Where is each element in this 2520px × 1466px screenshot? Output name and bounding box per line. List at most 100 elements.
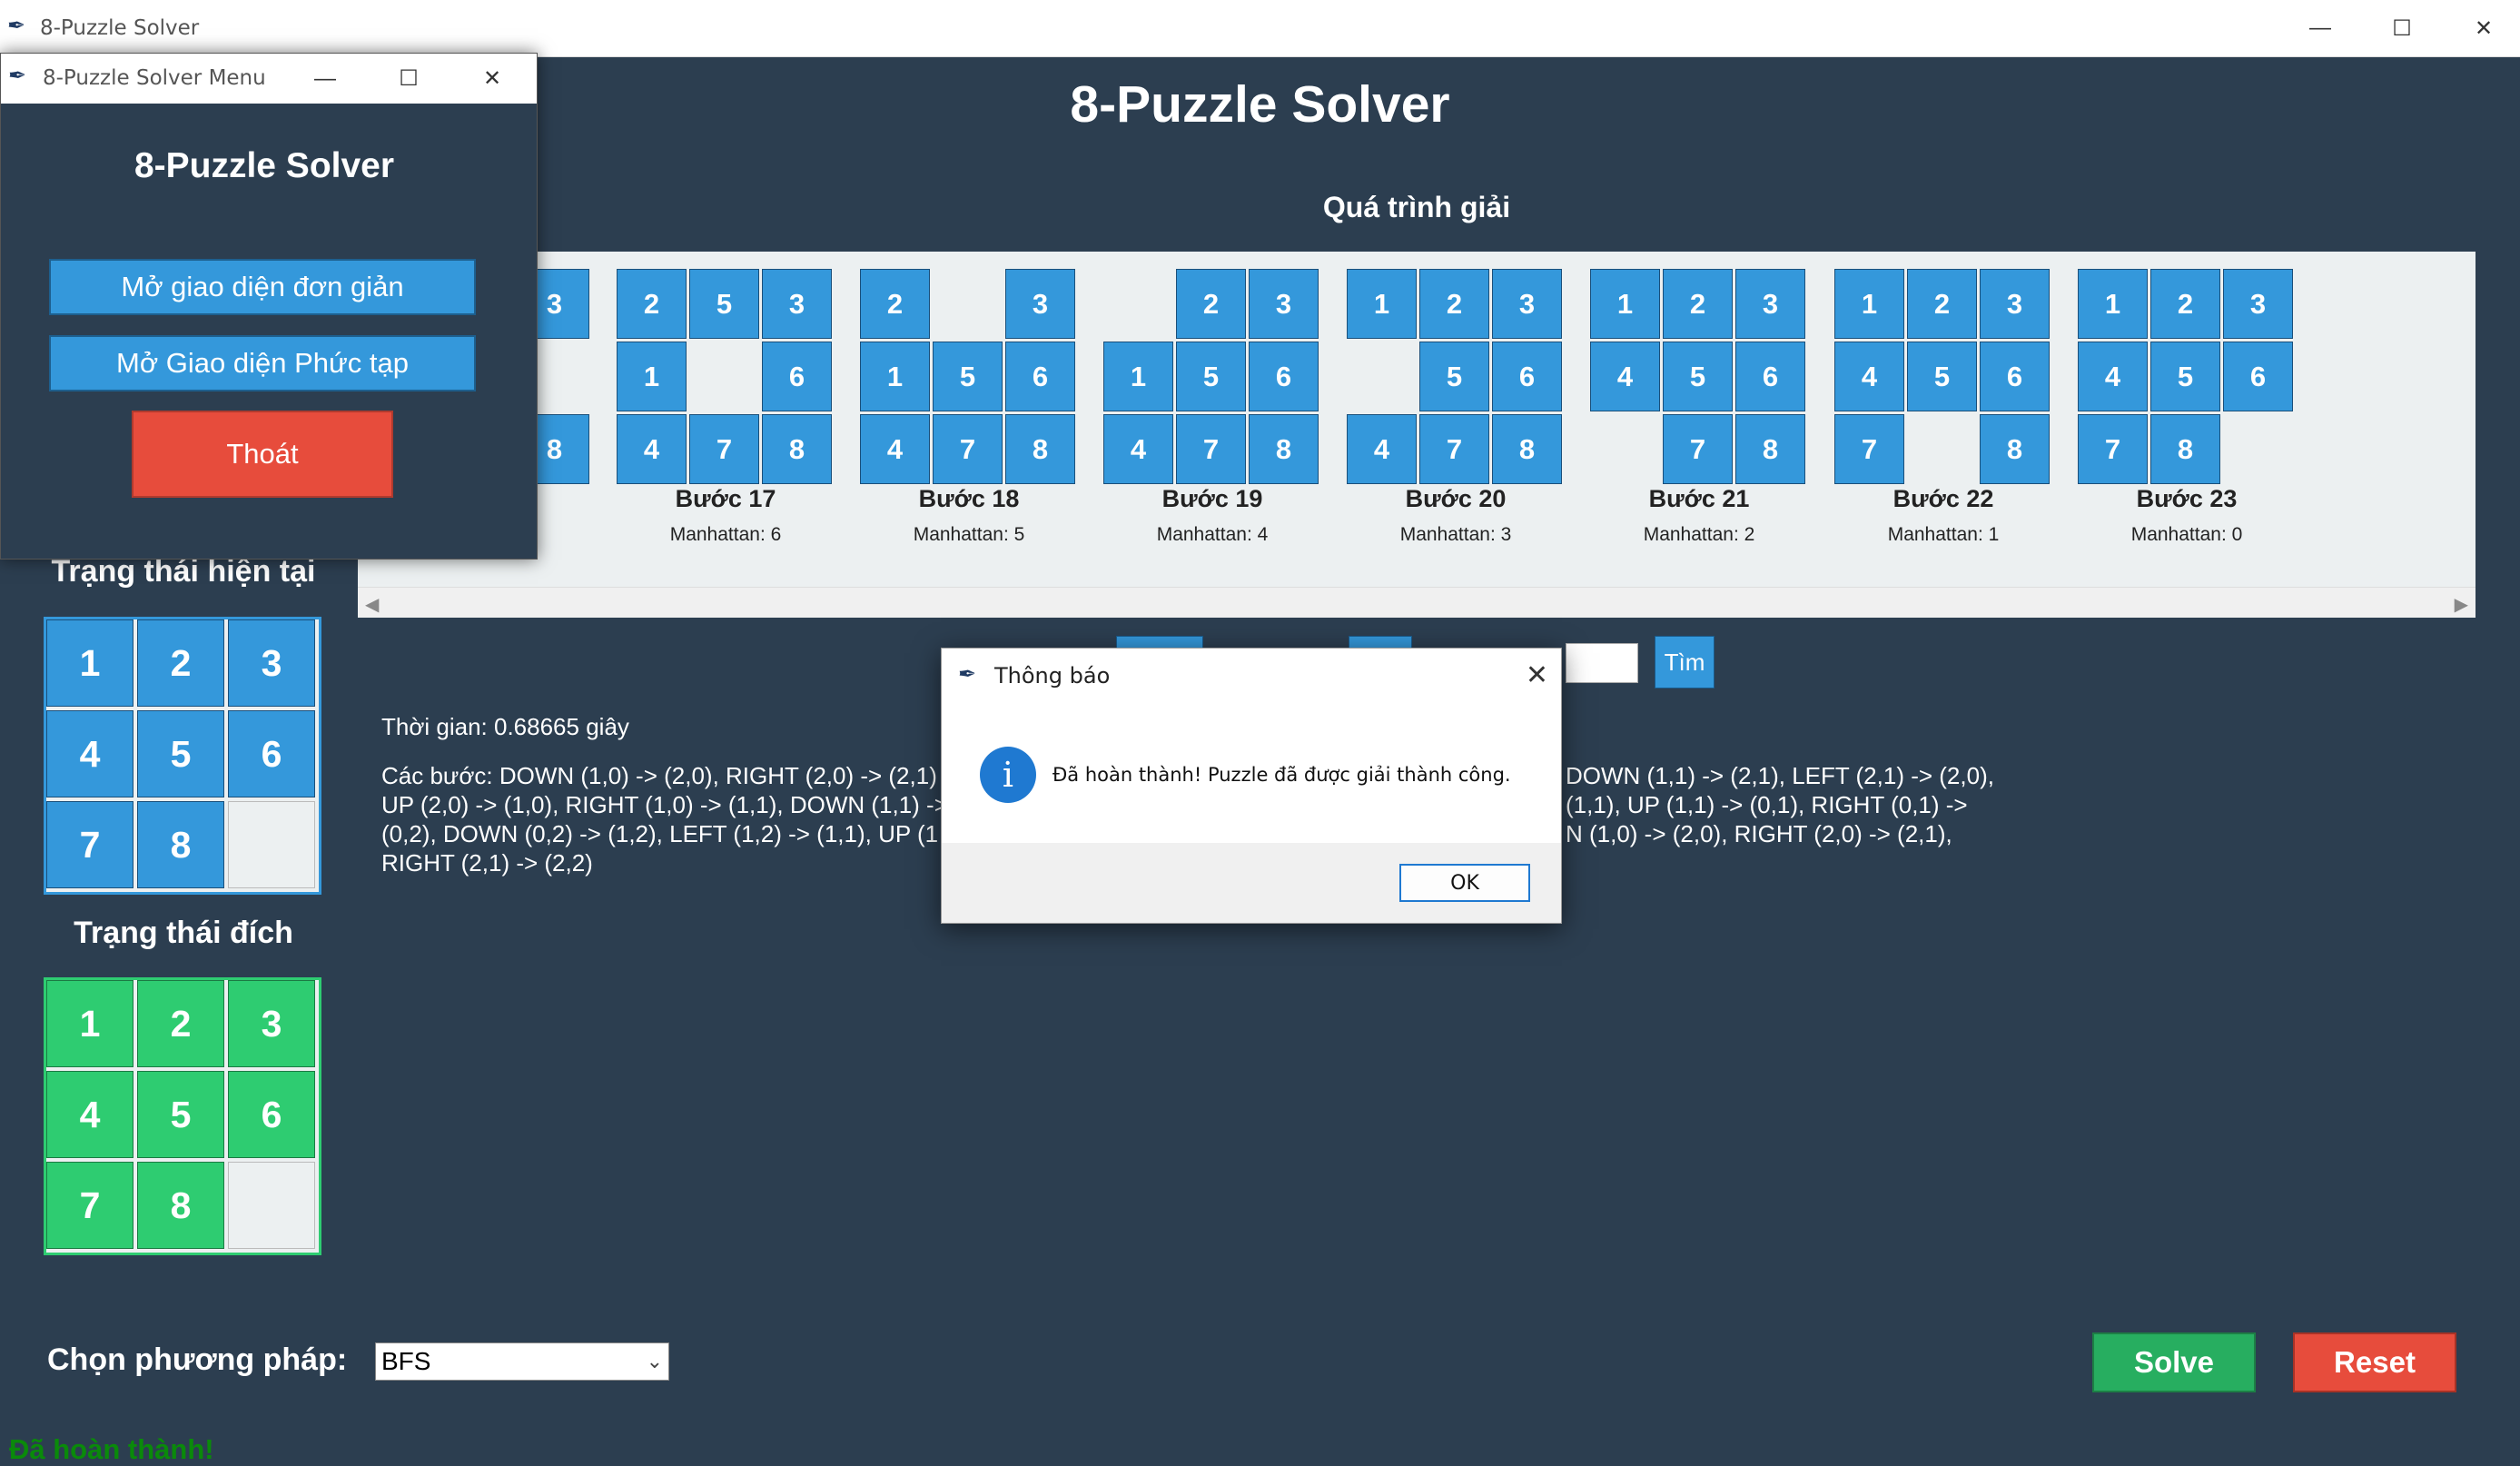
- step-tile: 6: [1005, 342, 1075, 411]
- board-tile: 5: [137, 1071, 224, 1158]
- step-tile: 4: [860, 414, 930, 484]
- step-tile: 2: [1907, 269, 1977, 339]
- step-tile: 3: [1249, 269, 1319, 339]
- step-manhattan: Manhattan: 6: [669, 524, 782, 545]
- menu-heading: 8-Puzzle Solver: [133, 146, 395, 185]
- step-name: Bước 20: [1405, 485, 1507, 512]
- step-name: Bước 23: [2136, 485, 2238, 512]
- step-manhattan: Manhattan: 3: [1399, 524, 1512, 545]
- board-tile: 4: [46, 710, 133, 797]
- notification-dialog: ✒ Thông báo ✕ i Đã hoàn thành! Puzzle đã…: [941, 648, 1562, 924]
- chevron-down-icon[interactable]: ⌄: [647, 1343, 663, 1380]
- step-tile: 6: [1492, 342, 1562, 411]
- board-tile: 7: [46, 801, 133, 888]
- step-tile: 5: [2150, 342, 2220, 411]
- search-input[interactable]: [1566, 643, 1638, 683]
- dialog-title: Thông báo: [994, 663, 1111, 688]
- step-tile: 1: [1834, 269, 1904, 339]
- step-tile: 2: [860, 269, 930, 339]
- step-grid: 253 1 6 478: [617, 269, 835, 487]
- dialog-message: Đã hoàn thành! Puzzle đã được giải thành…: [1052, 764, 1511, 786]
- step-tile: 1: [617, 342, 687, 411]
- exit-button[interactable]: Thoát: [132, 411, 393, 498]
- close-button[interactable]: ✕: [2443, 0, 2520, 56]
- step-tile: 1: [1103, 342, 1173, 411]
- dialog-feather-icon: ✒: [958, 662, 977, 687]
- step-tile: 3: [1980, 269, 2050, 339]
- step-tile: 6: [1980, 342, 2050, 411]
- step-name: Bước 21: [1648, 485, 1750, 512]
- board-tile: 6: [228, 710, 315, 797]
- step-tile: 8: [1492, 414, 1562, 484]
- step-tile: 7: [1176, 414, 1246, 484]
- menu-maximize-button[interactable]: ☐: [368, 54, 450, 104]
- step-tile: 3: [1735, 269, 1805, 339]
- status-text: Đã hoàn thành!: [9, 1433, 214, 1465]
- info-icon: i: [980, 747, 1036, 803]
- board-tile: 1: [46, 619, 133, 707]
- steps-text-line: N (1,0) -> (2,0), RIGHT (2,0) -> (2,1),: [1566, 820, 1952, 847]
- step-tile: 4: [1834, 342, 1904, 411]
- board-tile-empty: [228, 801, 315, 888]
- step-tile: 4: [2078, 342, 2148, 411]
- scroll-left-icon[interactable]: ◀: [365, 593, 379, 616]
- simple-ui-button[interactable]: Mở giao diện đơn giản: [49, 259, 476, 315]
- step-tile: 4: [1590, 342, 1660, 411]
- step-tile: 5: [689, 269, 759, 339]
- complex-ui-button[interactable]: Mở Giao diện Phức tạp: [49, 335, 476, 391]
- method-select[interactable]: BFS ⌄: [375, 1342, 669, 1381]
- current-state-board: 123 456 78: [44, 617, 321, 895]
- board-tile: 3: [228, 619, 315, 707]
- find-button[interactable]: Tìm: [1655, 636, 1715, 688]
- scroll-right-icon[interactable]: ▶: [2455, 593, 2468, 616]
- step-tile: 3: [1005, 269, 1075, 339]
- step-tile: 3: [2223, 269, 2293, 339]
- step-tile: 5: [1419, 342, 1489, 411]
- board-tile: 2: [137, 619, 224, 707]
- step-tile-empty: [2223, 414, 2293, 484]
- step-tile: 7: [1663, 414, 1733, 484]
- board-tile: 8: [137, 1162, 224, 1249]
- ok-button[interactable]: OK: [1399, 864, 1530, 902]
- step-name: Bước 19: [1161, 485, 1263, 512]
- step-tile: 1: [1590, 269, 1660, 339]
- step-tile-empty: [933, 269, 1003, 339]
- board-tile: 4: [46, 1071, 133, 1158]
- step-tile: 3: [762, 269, 832, 339]
- dialog-close-icon[interactable]: ✕: [1526, 649, 1548, 703]
- step-tile: 1: [860, 342, 930, 411]
- solve-button[interactable]: Solve: [2092, 1332, 2256, 1392]
- step-tile: 7: [1834, 414, 1904, 484]
- board-tile: 5: [137, 710, 224, 797]
- minimize-button[interactable]: —: [2279, 0, 2361, 56]
- menu-titlebar: ✒ 8-Puzzle Solver Menu — ☐ ✕: [1, 54, 537, 104]
- step-tile-empty: [1103, 269, 1173, 339]
- menu-close-button[interactable]: ✕: [451, 54, 533, 104]
- step-tile: 6: [2223, 342, 2293, 411]
- app-feather-icon: ✒: [7, 14, 26, 38]
- time-text: Thời gian: 0.68665 giây: [381, 713, 629, 740]
- steps-text-line: DOWN (1,1) -> (2,1), LEFT (2,1) -> (2,0)…: [1566, 762, 1994, 789]
- steps-text-right: DOWN (1,1) -> (2,1), LEFT (2,1) -> (2,0)…: [1566, 761, 1994, 848]
- step-manhattan: Manhattan: 4: [1156, 524, 1269, 545]
- step-tile: 2: [617, 269, 687, 339]
- step-grid: 23156478: [860, 269, 1078, 487]
- step-tile: 5: [1176, 342, 1246, 411]
- step-tile: 2: [1176, 269, 1246, 339]
- step-manhattan: Manhattan: 1: [1887, 524, 2000, 545]
- board-tile: 1: [46, 980, 133, 1067]
- step-tile: 2: [1663, 269, 1733, 339]
- step-tile: 8: [1249, 414, 1319, 484]
- maximize-button[interactable]: ☐: [2361, 0, 2443, 56]
- step-grid: 123 45678: [1590, 269, 1808, 487]
- step-tile: 5: [1907, 342, 1977, 411]
- horizontal-scrollbar[interactable]: ◀ ▶: [358, 587, 2476, 618]
- step-tile: 4: [1347, 414, 1417, 484]
- menu-minimize-button[interactable]: —: [284, 54, 366, 104]
- board-tile: 7: [46, 1162, 133, 1249]
- step-grid: 23156478: [1103, 269, 1321, 487]
- board-tile: 2: [137, 980, 224, 1067]
- method-select-value: BFS: [381, 1347, 431, 1375]
- reset-button[interactable]: Reset: [2293, 1332, 2456, 1392]
- main-window-title: 8-Puzzle Solver: [40, 16, 200, 40]
